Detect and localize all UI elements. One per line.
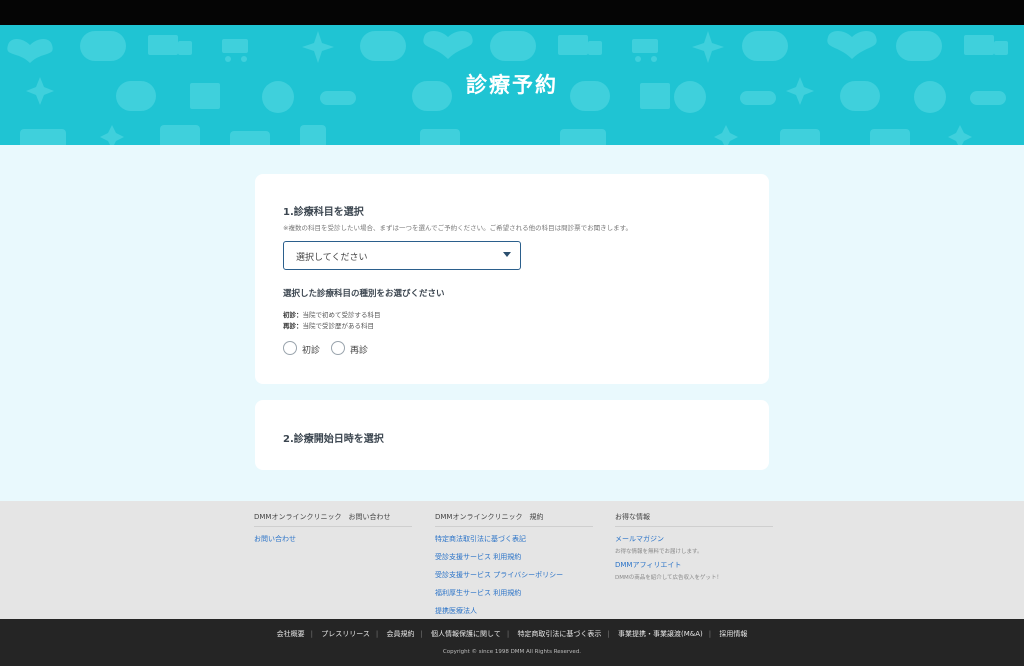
footer-link[interactable]: 受診支援サービス 利用規約 <box>435 552 593 562</box>
department-select[interactable]: 選択してください <box>283 241 521 270</box>
sparkle-icon <box>302 31 334 63</box>
truck-icon <box>964 35 994 55</box>
section-title: 1.診療科目を選択 <box>283 207 364 218</box>
chat-bubble-icon <box>742 31 788 61</box>
section-note: ※複数の科目を受診したい場合、まずは一つを選んでご予約ください。ご希望される他の… <box>283 224 632 232</box>
footer-link[interactable]: 特定商法取引法に基づく表記 <box>435 534 593 544</box>
footer-nav-item[interactable]: 会員規約 <box>386 630 414 638</box>
footer-nav-item[interactable]: 採用情報 <box>719 630 747 638</box>
radio-return-visit[interactable]: 再診 <box>331 341 373 357</box>
first-visit-description: 初診：当院で初めて受診する科目 <box>283 311 381 319</box>
footer-column-deals: お得な情報 メールマガジン お得な情報を無料でお届けします。 DMMアフィリエイ… <box>615 512 773 581</box>
cart-icon <box>632 39 658 53</box>
heart-pulse-icon <box>7 39 53 63</box>
chat-bubble-icon <box>896 31 942 61</box>
return-visit-description: 再診：当院で受診歴がある科目 <box>283 322 374 330</box>
footer-link-description: お得な情報を無料でお届けします。 <box>615 549 703 555</box>
footer-nav-item[interactable]: 個人情報保護に関して <box>431 630 501 638</box>
footer-column-title: お得な情報 <box>615 512 773 527</box>
footer-link[interactable]: DMMアフィリエイト <box>615 560 773 570</box>
footer-nav: 会社概要 | プレスリリース | 会員規約 | 個人情報保護に関して | 特定商取引法に… <box>0 629 1024 639</box>
chat-bubble-icon <box>490 31 536 61</box>
cart-icon <box>222 39 248 53</box>
radio-label: 初診 <box>302 346 321 356</box>
page-title: 診療予約 <box>466 73 558 97</box>
separator: | <box>506 630 510 638</box>
radio-label: 再診 <box>350 346 369 356</box>
footer-column-contact: DMMオンラインクリニック お問い合わせ お問い合わせ <box>254 512 412 544</box>
separator: | <box>420 630 423 638</box>
truck-icon <box>148 35 178 55</box>
chat-bubble-icon <box>80 31 126 61</box>
footer-bottom: 会社概要 | プレスリリース | 会員規約 | 個人情報保護に関して | 特定商取引法に… <box>0 619 1024 666</box>
separator: | <box>375 630 379 638</box>
footer-nav-item[interactable]: 会社概要 <box>277 630 305 638</box>
footer-column-title: DMMオンラインクリニック 規約 <box>435 512 593 527</box>
footer-links: DMMオンラインクリニック お問い合わせ お問い合わせ DMMオンラインクリニッ… <box>0 501 1024 619</box>
section-title[interactable]: 2.診療開始日時を選択 <box>283 430 384 445</box>
caret-down-icon <box>503 252 511 257</box>
separator: | <box>607 630 610 638</box>
footer-column-terms: DMMオンラインクリニック 規約 特定商法取引法に基づく表記 受診支援サービス … <box>435 512 593 616</box>
footer-nav-item[interactable]: 事業提携・事業譲渡(M&A) <box>618 630 703 638</box>
footer-link[interactable]: お問い合わせ <box>254 534 412 544</box>
select-value: 選択してください <box>296 253 368 263</box>
sparkle-icon <box>692 31 724 63</box>
separator: | <box>310 630 313 638</box>
radio-first-visit[interactable]: 初診 <box>283 341 325 357</box>
footer-column-title: DMMオンラインクリニック お問い合わせ <box>254 512 412 527</box>
truck-icon <box>558 35 588 55</box>
footer-link[interactable]: 福利厚生サービス 利用規約 <box>435 588 593 598</box>
footer-link[interactable]: 受診支援サービス プライバシーポリシー <box>435 570 593 580</box>
footer-link-description: DMMの商品を紹介して広告収入をゲット！ <box>615 575 723 581</box>
footer-link[interactable]: 提携医療法人 <box>435 606 593 616</box>
footer-nav-item[interactable]: 特定商取引法に基づく表示 <box>517 630 601 638</box>
main-content: 1.診療科目を選択 ※複数の科目を受診したい場合、まずは一つを選んでご予約くださ… <box>0 145 1024 501</box>
radio-circle <box>331 341 345 355</box>
heart-pulse-icon <box>827 31 877 59</box>
copyright: Copyright © since 1998 DMM All Rights Re… <box>442 649 582 655</box>
separator: | <box>708 630 712 638</box>
visit-type-title: 選択した診療科目の種別をお選びください <box>283 289 445 299</box>
browser-top-bar <box>0 0 1024 25</box>
footer-nav-item[interactable]: プレスリリース <box>321 630 370 638</box>
chat-bubble-icon <box>360 31 406 61</box>
department-selection-card: 1.診療科目を選択 ※複数の科目を受診したい場合、まずは一つを選んでご予約くださ… <box>255 174 769 384</box>
heart-pulse-icon <box>423 31 473 59</box>
radio-circle <box>283 341 297 355</box>
datetime-selection-card: 2.診療開始日時を選択 <box>255 400 769 470</box>
footer-link[interactable]: メールマガジン <box>615 534 773 544</box>
hero-banner: 診療予約 <box>0 25 1024 145</box>
